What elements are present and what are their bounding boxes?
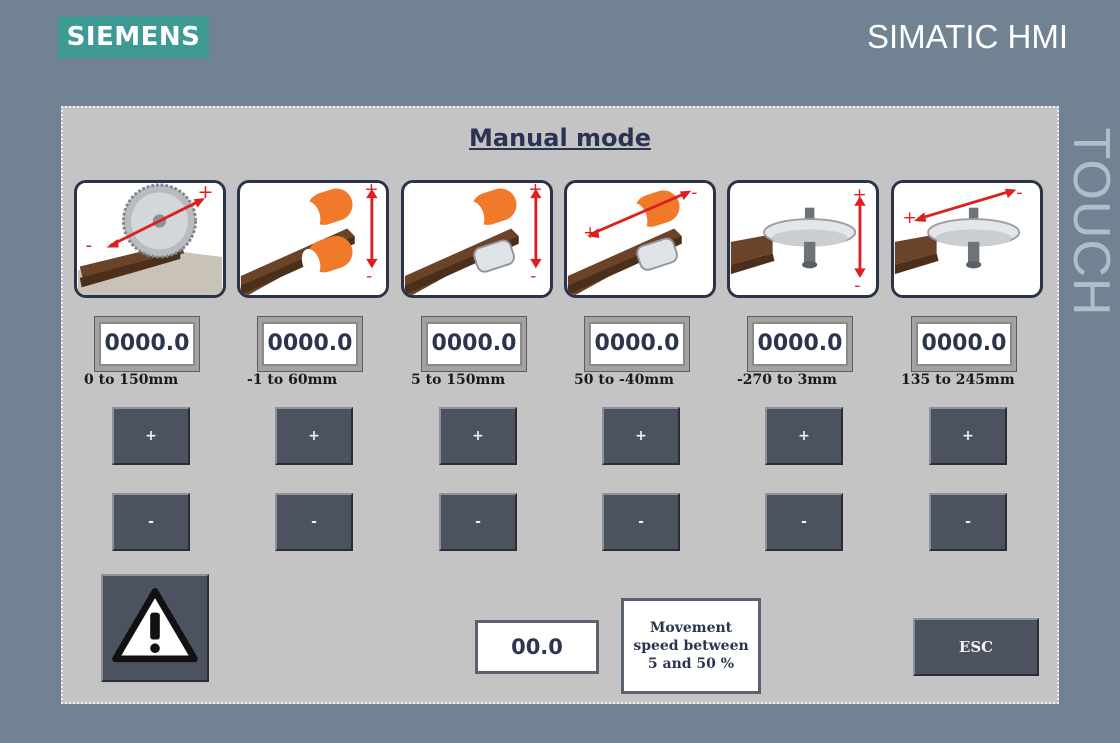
warning-button[interactable] xyxy=(101,574,209,682)
touch-label-text: TOUCH xyxy=(1062,127,1120,317)
arrow-plus: + xyxy=(197,183,213,203)
warning-icon xyxy=(112,588,198,663)
axis-3: + - 0000.0 5 to 150mm + - xyxy=(401,108,557,706)
plus-button-1[interactable]: + xyxy=(112,407,190,465)
arrow-minus: - xyxy=(1016,183,1022,203)
siemens-logo: SIEMENS xyxy=(58,16,209,58)
position-field-3[interactable]: 0000.0 xyxy=(421,316,527,372)
range-label: 135 to 245mm xyxy=(901,372,1015,388)
plus-button-5[interactable]: + xyxy=(765,407,843,465)
range-label: 5 to 150mm xyxy=(411,372,506,388)
cutter-head-traverse-icon: + - xyxy=(891,180,1043,298)
position-field-4[interactable]: 0000.0 xyxy=(584,316,690,372)
arrow-minus: - xyxy=(691,183,697,203)
minus-button-3[interactable]: - xyxy=(439,493,517,551)
position-value: 0000.0 xyxy=(426,322,522,366)
esc-button[interactable]: ESC xyxy=(913,618,1039,676)
product-name: SIMATIC HMI xyxy=(866,18,1068,55)
range-label: 50 to -40mm xyxy=(574,372,674,388)
minus-button-1[interactable]: - xyxy=(112,493,190,551)
position-value: 0000.0 xyxy=(589,322,685,366)
arrow-minus: - xyxy=(854,276,860,295)
pressure-roller-traverse-icon: + - xyxy=(564,180,716,298)
arrow-minus: - xyxy=(530,267,536,287)
position-field-5[interactable]: 0000.0 xyxy=(747,316,853,372)
position-field-1[interactable]: 0000.0 xyxy=(94,316,200,372)
arrow-plus: + xyxy=(364,183,378,199)
minus-button-2[interactable]: - xyxy=(275,493,353,551)
cutter-head-vertical-icon: + - xyxy=(727,180,879,298)
saw-blade-traverse-icon: - + xyxy=(74,180,226,298)
plus-button-6[interactable]: + xyxy=(929,407,1007,465)
speed-hint: Movement speed between 5 and 50 % xyxy=(621,598,761,694)
pressure-roller-vertical-icon: + - xyxy=(401,180,553,298)
position-value: 0000.0 xyxy=(916,322,1012,366)
range-label: -270 to 3mm xyxy=(737,372,837,388)
touch-label: TOUCH xyxy=(1062,108,1120,336)
plus-button-2[interactable]: + xyxy=(275,407,353,465)
arrow-plus: + xyxy=(583,223,597,243)
minus-button-4[interactable]: - xyxy=(602,493,680,551)
arrow-minus: - xyxy=(85,234,92,256)
position-value: 0000.0 xyxy=(752,322,848,366)
range-label: -1 to 60mm xyxy=(247,372,338,388)
position-value: 0000.0 xyxy=(99,322,195,366)
position-field-6[interactable]: 0000.0 xyxy=(911,316,1017,372)
manual-mode-screen: Manual mode - + 0000.0 0 to 150mm + - + … xyxy=(61,106,1059,704)
feed-rollers-vertical-icon: + - xyxy=(237,180,389,298)
arrow-plus: + xyxy=(528,183,542,199)
arrow-plus: + xyxy=(852,185,866,205)
axis-6: + - 0000.0 135 to 245mm + - xyxy=(891,108,1047,706)
range-label: 0 to 150mm xyxy=(84,372,179,388)
minus-button-6[interactable]: - xyxy=(929,493,1007,551)
minus-button-5[interactable]: - xyxy=(765,493,843,551)
arrow-minus: - xyxy=(366,267,372,287)
position-field-2[interactable]: 0000.0 xyxy=(257,316,363,372)
plus-button-4[interactable]: + xyxy=(602,407,680,465)
axis-2: + - 0000.0 -1 to 60mm + - xyxy=(237,108,393,706)
position-value: 0000.0 xyxy=(262,322,358,366)
arrow-plus: + xyxy=(902,208,916,228)
hmi-panel: SIEMENS SIMATIC HMI TOUCH Manual mode - xyxy=(0,0,1120,743)
speed-field[interactable]: 00.0 xyxy=(475,620,599,674)
plus-button-3[interactable]: + xyxy=(439,407,517,465)
